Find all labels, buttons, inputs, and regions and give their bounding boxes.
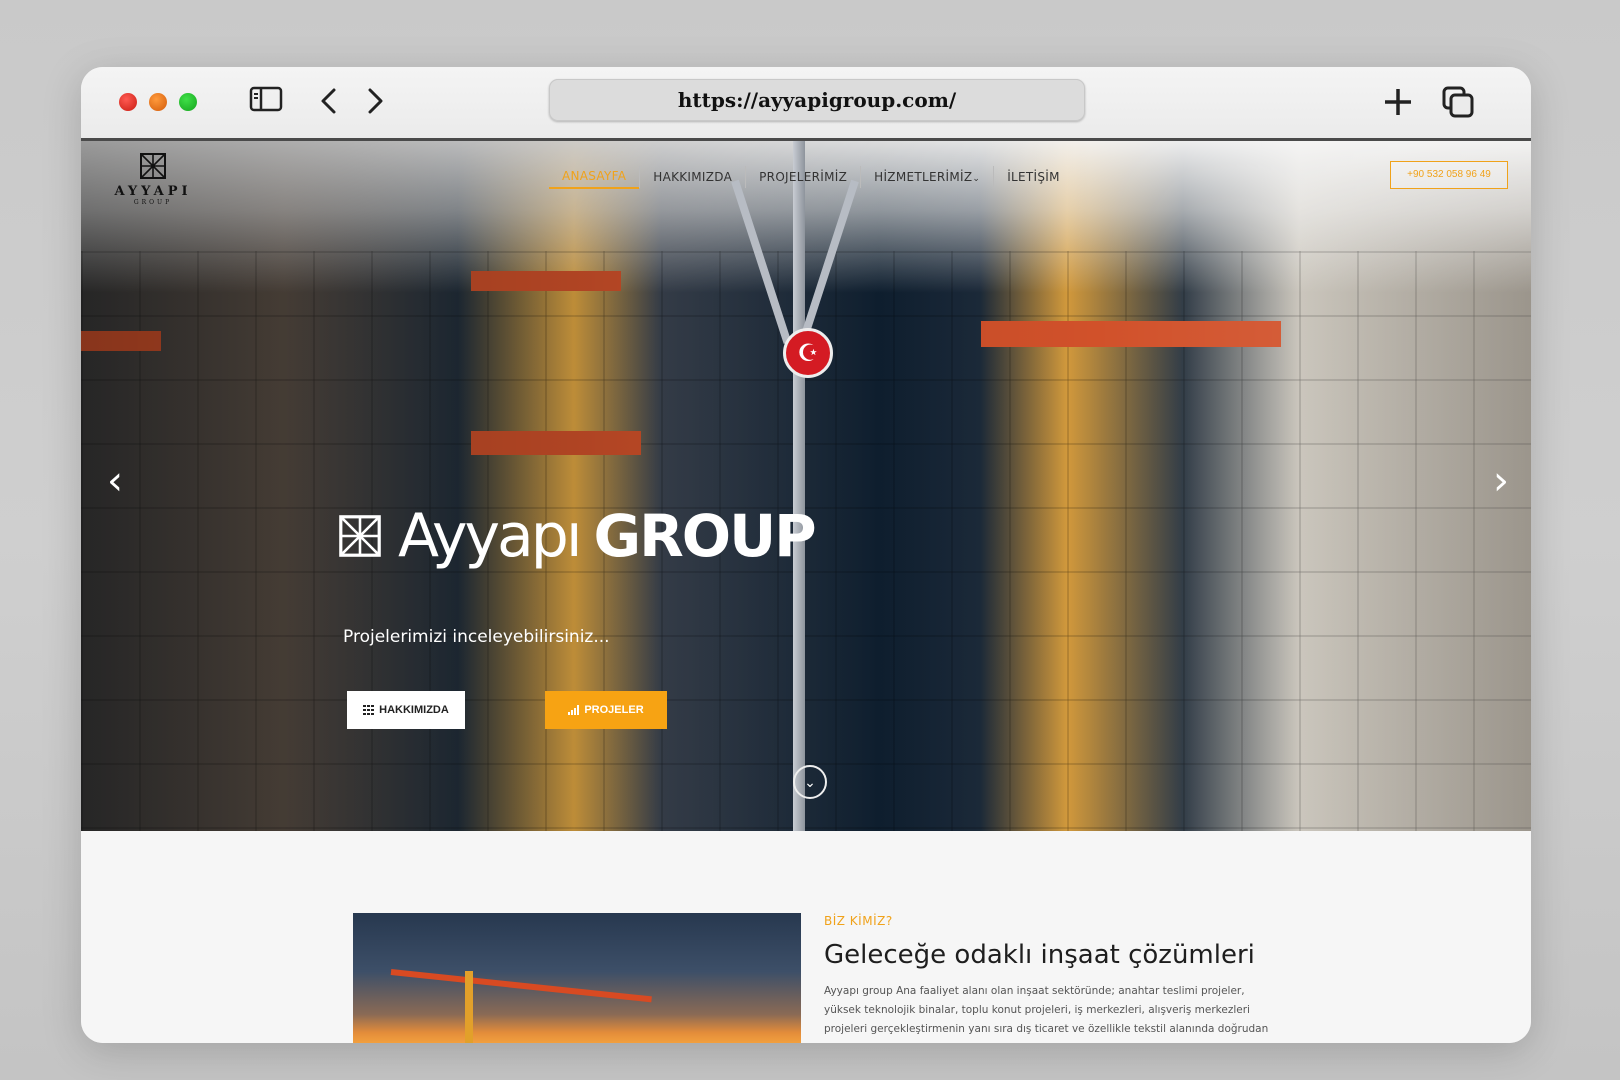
browser-toolbar: https://ayyapigroup.com/: [81, 67, 1531, 141]
about-heading: Geleceğe odaklı inşaat çözümleri: [824, 940, 1255, 970]
minimize-window-button[interactable]: [149, 93, 167, 111]
logo-subtext: GROUP: [133, 199, 173, 206]
chevron-down-icon: ⌄: [972, 174, 981, 184]
nav-item-hizmetlerimiz[interactable]: HİZMETLERİMİZ⌄: [860, 166, 993, 188]
crane-image: [353, 913, 801, 1043]
web-page: ☪ AYYAPI GROUP ANASAYFA HAKKIMIZDA PROJE…: [81, 141, 1531, 1043]
hero-title: Ayyapı GROUP: [336, 501, 817, 571]
ayyapi-logo-icon: [140, 153, 166, 179]
hero-slider: ☪ AYYAPI GROUP ANASAYFA HAKKIMIZDA PROJE…: [81, 141, 1531, 831]
tabs-overview-icon[interactable]: [1441, 85, 1475, 119]
turkish-flag-icon: ☪: [783, 328, 833, 378]
close-window-button[interactable]: [119, 93, 137, 111]
about-kicker: BİZ KİMİZ?: [824, 914, 893, 928]
ayyapi-logo-icon: [339, 515, 381, 557]
nav-item-label: HİZMETLERİMİZ: [874, 170, 973, 184]
slider-prev-icon[interactable]: ‹: [107, 461, 123, 501]
grid-icon: [363, 705, 375, 715]
back-arrow-icon[interactable]: [317, 85, 341, 117]
nav-item-iletisim[interactable]: İLETİŞİM: [993, 166, 1073, 188]
main-navigation: ANASAYFA HAKKIMIZDA PROJELERİMİZ HİZMETL…: [549, 165, 1073, 189]
maximize-window-button[interactable]: [179, 93, 197, 111]
hero-subtitle: Projelerimizi inceleyebilirsiniz...: [343, 627, 610, 647]
nav-item-anasayfa[interactable]: ANASAYFA: [549, 165, 640, 189]
flag-pole: [793, 141, 805, 831]
about-button-label: HAKKIMIZDA: [379, 704, 449, 716]
about-paragraph: Ayyapı group Ana faaliyet alanı olan inş…: [824, 985, 1269, 1043]
scroll-down-icon[interactable]: ⌄: [793, 765, 827, 799]
hero-overlay: [81, 141, 1531, 831]
crane-mast: [465, 971, 473, 1043]
projects-button[interactable]: PROJELER: [545, 691, 667, 729]
logo-wordmark: AYYAPI: [114, 184, 192, 199]
about-button[interactable]: HAKKIMIZDA: [347, 691, 465, 729]
nav-item-hakkimizda[interactable]: HAKKIMIZDA: [639, 166, 745, 188]
sidebar-toggle-icon[interactable]: [249, 85, 283, 113]
address-bar[interactable]: https://ayyapigroup.com/: [549, 79, 1085, 121]
projects-button-label: PROJELER: [584, 704, 644, 716]
browser-window: https://ayyapigroup.com/ ☪ AYYAPI GROUP …: [81, 67, 1531, 1043]
about-section: BİZ KİMİZ? Geleceğe odaklı inşaat çözüml…: [824, 914, 1274, 1043]
forward-arrow-icon[interactable]: [363, 85, 387, 117]
crane-jib: [390, 969, 652, 1003]
nav-item-projelerimiz[interactable]: PROJELERİMİZ: [745, 166, 860, 188]
hero-title-bold: GROUP: [593, 502, 817, 570]
plus-icon[interactable]: [1381, 85, 1415, 119]
slider-next-icon[interactable]: ›: [1493, 461, 1509, 501]
site-logo[interactable]: AYYAPI GROUP: [111, 151, 195, 206]
bar-chart-icon: [568, 705, 580, 715]
phone-button[interactable]: +90 532 058 96 49: [1390, 161, 1508, 189]
hero-title-light: Ayyapı: [398, 501, 583, 571]
